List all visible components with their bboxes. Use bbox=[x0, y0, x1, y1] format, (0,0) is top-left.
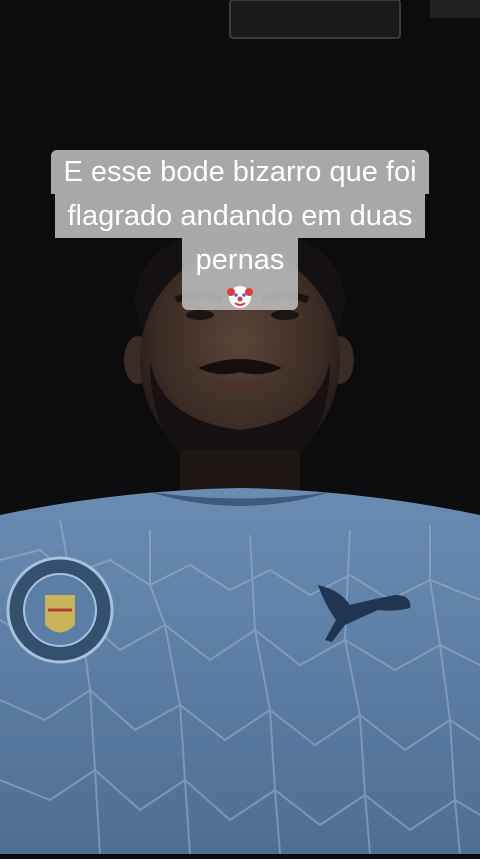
right-eye bbox=[271, 310, 299, 320]
jersey bbox=[0, 488, 480, 854]
top-corner-object bbox=[430, 0, 480, 18]
club-badge bbox=[6, 556, 114, 664]
caption-overlay: E esse bode bizarro que foi flagrado and… bbox=[0, 150, 480, 310]
video-frame bbox=[0, 0, 480, 855]
top-sign bbox=[229, 0, 401, 39]
clown-face-icon bbox=[226, 286, 253, 308]
caption-line-3: pernas bbox=[181, 238, 299, 310]
left-eye bbox=[186, 310, 214, 320]
video-scene bbox=[0, 0, 480, 855]
caption-line-3-text: pernas bbox=[195, 244, 285, 276]
caption-line-1: E esse bode bizarro que foi bbox=[51, 150, 429, 194]
caption-line-2: flagrado andando em duas bbox=[55, 194, 425, 238]
